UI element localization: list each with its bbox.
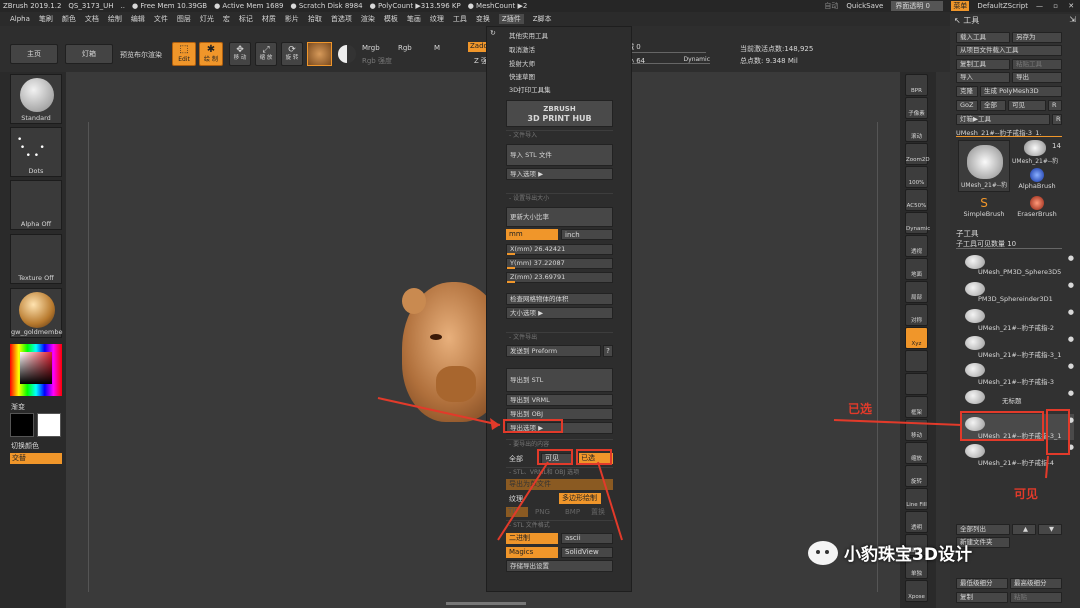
arrow-to-visible-eye [1045, 455, 1049, 479]
annotation-visible: 可见 [1014, 487, 1039, 501]
wechat-logo-icon [808, 540, 838, 565]
arrow-to-visible-option [497, 461, 549, 541]
wechat-watermark: 小豹珠宝3D设计 [808, 540, 972, 565]
arrowhead-export-options [490, 418, 500, 430]
eye-icon-highlight [1046, 409, 1070, 455]
arrow-to-export-options [377, 397, 501, 426]
watermark-text: 小豹珠宝3D设计 [844, 545, 972, 565]
export-options-highlight [503, 419, 563, 433]
annotation-selected: 已选 [848, 402, 873, 416]
arrow-to-selected-option [597, 461, 623, 541]
arrow-to-selected-subtool [833, 419, 963, 426]
selected-subtool-highlight [960, 411, 1044, 441]
selected-highlight [576, 449, 612, 465]
annotation-arrows [377, 397, 1049, 541]
visible-highlight [537, 449, 573, 465]
